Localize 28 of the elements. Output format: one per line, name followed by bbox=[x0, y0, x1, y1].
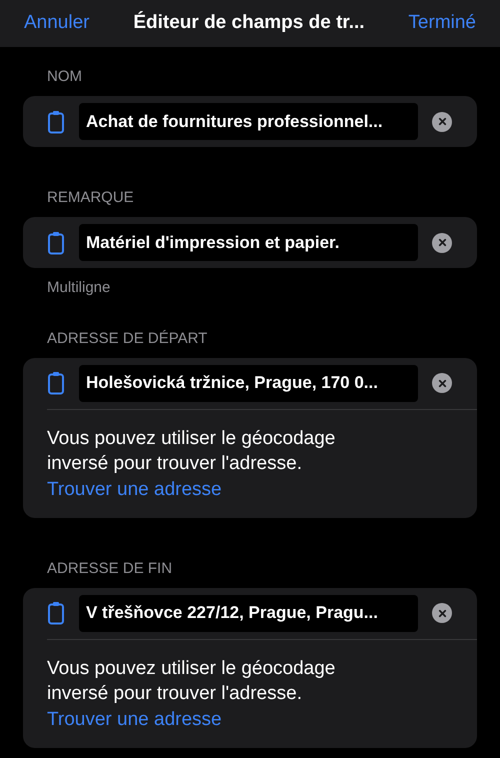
section-header: REMARQUE bbox=[46, 188, 135, 208]
close-icon bbox=[438, 378, 446, 388]
find-address-link[interactable]: Trouver une adresse bbox=[47, 476, 222, 504]
section-footer: Multiligne bbox=[0, 268, 500, 300]
clear-button[interactable] bbox=[432, 232, 452, 252]
clear-button[interactable] bbox=[432, 112, 452, 132]
text-field[interactable]: V třešňovce 227/12, Prague, Pragu... bbox=[79, 594, 418, 632]
close-icon bbox=[438, 608, 446, 618]
find-address-link[interactable]: Trouver une adresse bbox=[47, 706, 222, 734]
done-button[interactable]: Terminé bbox=[408, 9, 476, 38]
hint-text: Vous pouvez utiliser le géocodage inversé pour trouver l'adresse. bbox=[47, 426, 336, 476]
clipboard-icon bbox=[48, 371, 64, 395]
close-icon bbox=[438, 117, 446, 126]
text-field[interactable]: Matériel d'impression et papier. bbox=[79, 224, 418, 261]
window-title: Éditeur de champs de tr... bbox=[133, 10, 365, 36]
cancel-button[interactable]: Annuler bbox=[24, 9, 90, 38]
text-field[interactable]: Achat de fournitures professionnel... bbox=[79, 103, 418, 140]
hint-text: Vous pouvez utiliser le géocodage inversé pour trouver l'adresse. bbox=[47, 656, 336, 706]
section-header: ADRESSE DE FIN bbox=[46, 558, 174, 578]
clear-button[interactable] bbox=[432, 373, 452, 393]
close-icon bbox=[438, 238, 446, 247]
clipboard-icon bbox=[48, 230, 64, 254]
text-field[interactable]: Holešovická tržnice, Prague, 170 0... bbox=[79, 364, 418, 402]
clipboard-icon bbox=[48, 601, 64, 625]
clipboard-icon bbox=[48, 110, 64, 134]
section-header: NOM bbox=[46, 67, 83, 87]
section-header: ADRESSE DE DÉPART bbox=[46, 328, 208, 348]
clear-button[interactable] bbox=[432, 603, 452, 623]
